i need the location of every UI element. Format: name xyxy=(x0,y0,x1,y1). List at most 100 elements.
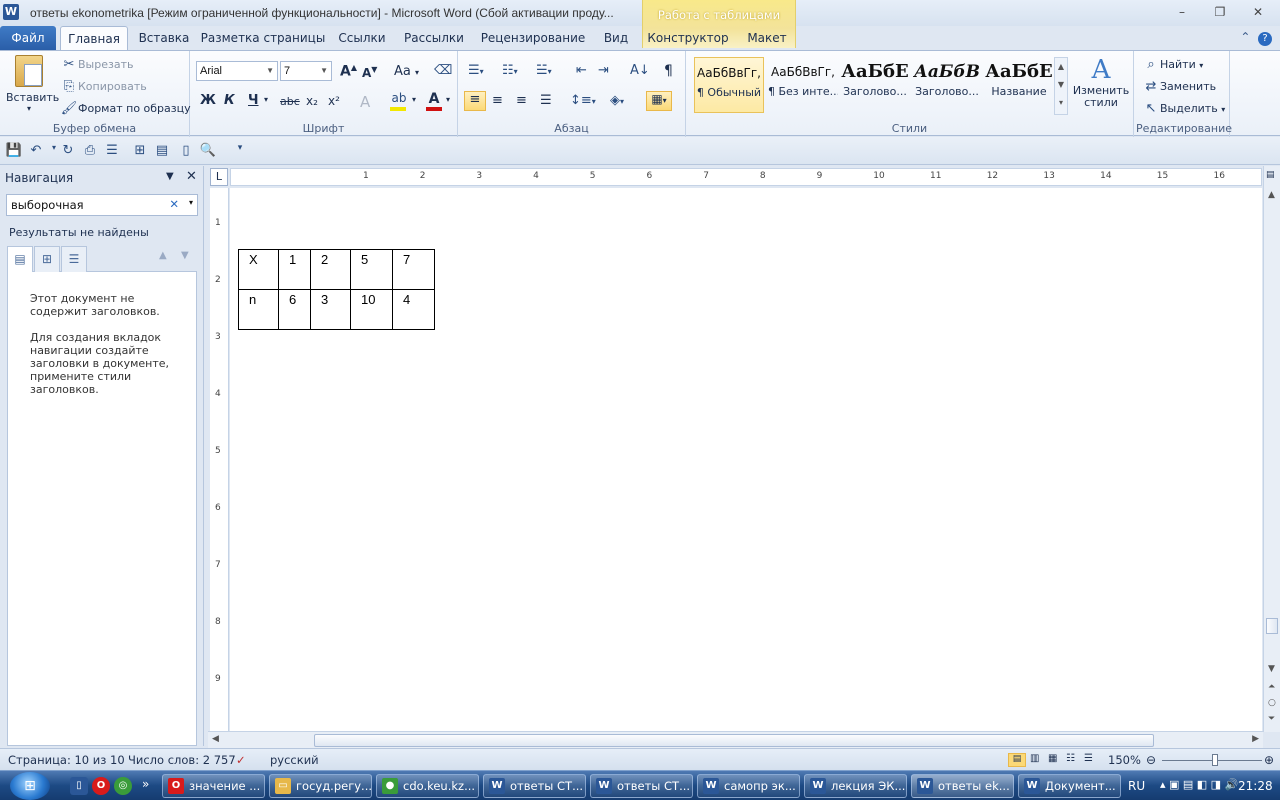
numbering-button[interactable]: ☷▾ xyxy=(502,63,518,78)
table-cell[interactable]: 5 xyxy=(350,249,393,290)
taskbar-button[interactable]: Wсамопр эк... xyxy=(697,774,800,798)
taskbar-button[interactable]: Wответы СТ... xyxy=(483,774,586,798)
undo-icon[interactable]: ↶ xyxy=(26,143,46,158)
input-language[interactable]: RU xyxy=(1128,779,1145,793)
pages-tab-icon[interactable]: ⊞ xyxy=(34,246,60,272)
document-icon[interactable]: ▯ xyxy=(176,143,196,158)
more-icon[interactable]: » xyxy=(142,777,149,791)
table-cell[interactable]: 7 xyxy=(392,249,435,290)
tab-references[interactable]: Ссылки xyxy=(334,26,390,50)
grow-font-button[interactable]: A▲ xyxy=(340,63,357,80)
start-button[interactable]: ⊞ xyxy=(10,772,50,800)
tab-page-layout[interactable]: Разметка страницы xyxy=(200,26,326,50)
customize-qat-icon[interactable]: ▾ xyxy=(230,143,250,153)
shrink-font-button[interactable]: A▼ xyxy=(362,65,377,80)
taskbar-button[interactable]: ● cdo.keu.kz... xyxy=(376,774,479,798)
change-styles-button[interactable]: A Изменить стили xyxy=(1072,55,1130,109)
font-color-dropdown[interactable]: ▾ xyxy=(446,95,450,104)
print-icon[interactable]: ⎙ xyxy=(80,143,100,158)
restore-button[interactable]: ❐ xyxy=(1206,4,1234,20)
previous-result-icon[interactable]: ▲ xyxy=(159,250,167,261)
scroll-up-icon[interactable]: ▲ xyxy=(1268,190,1275,200)
increase-indent-button[interactable]: ⇥ xyxy=(598,63,609,78)
nav-search-input[interactable]: выборочная ✕ ▾ xyxy=(6,194,198,216)
highlight-button[interactable]: ab xyxy=(388,91,410,111)
table-cell[interactable]: 3 xyxy=(310,289,351,330)
clear-format-button[interactable]: ⌫ xyxy=(434,63,452,78)
taskbar-button[interactable]: Wответы СТ... xyxy=(590,774,693,798)
italic-button[interactable]: К xyxy=(224,93,235,108)
page-count[interactable]: Страница: 10 из 10 xyxy=(8,753,125,767)
browse-object-icon[interactable]: ○ xyxy=(1268,698,1276,708)
nav-pane-menu-icon[interactable]: ▼ xyxy=(166,171,174,182)
results-tab-icon[interactable]: ☰ xyxy=(61,246,87,272)
taskbar-button[interactable]: Oзначение ... xyxy=(162,774,265,798)
clock[interactable]: 21:28 xyxy=(1238,779,1273,793)
vertical-ruler[interactable]: 1 2 3 4 5 6 7 8 9 xyxy=(210,188,229,733)
zoom-out-icon[interactable]: ⊖ xyxy=(1146,753,1156,767)
taskbar-button[interactable]: Wответы ek... xyxy=(911,774,1014,798)
style-heading-1[interactable]: АаБбЕ Заголово... xyxy=(840,57,910,113)
tab-home[interactable]: Главная xyxy=(60,26,128,50)
format-painter-button[interactable]: 🖌Формат по образцу xyxy=(60,101,191,116)
next-page-icon[interactable]: ⏷ xyxy=(1268,714,1275,724)
table-cell[interactable]: n xyxy=(238,289,279,330)
font-size-combo[interactable]: 7 ▼ xyxy=(280,61,332,81)
text-effects-button[interactable]: A xyxy=(360,93,370,111)
web-layout-icon[interactable]: ▦ xyxy=(1048,753,1057,764)
zoom-level[interactable]: 150% xyxy=(1108,753,1141,767)
data-table[interactable]: X 1 2 5 7 n 6 3 10 4 xyxy=(238,249,435,330)
sort-button[interactable]: A↓ xyxy=(630,63,650,78)
underline-dropdown[interactable]: ▾ xyxy=(264,95,268,104)
tab-review[interactable]: Рецензирование xyxy=(478,26,588,50)
word-app-icon[interactable]: W xyxy=(3,4,19,20)
scroll-thumb[interactable] xyxy=(314,734,1154,747)
decrease-indent-button[interactable]: ⇤ xyxy=(576,63,587,78)
ruler-toggle-icon[interactable]: ▤ xyxy=(1266,170,1275,180)
tab-insert[interactable]: Вставка xyxy=(134,26,194,50)
tab-design[interactable]: Конструктор xyxy=(646,26,730,50)
scroll-down-icon[interactable]: ▼ xyxy=(1268,664,1275,674)
style-normal[interactable]: АаБбВвГг, ¶ Обычный xyxy=(694,57,764,113)
headings-tab-icon[interactable]: ▤ xyxy=(7,246,33,272)
change-case-button[interactable]: Aa ▾ xyxy=(394,64,419,79)
replace-button[interactable]: ⇄ Заменить xyxy=(1142,79,1217,94)
find-button[interactable]: ⌕ Найти ▾ xyxy=(1142,57,1203,72)
ribbon-collapse-icon[interactable]: ⌃ ? xyxy=(1240,30,1272,46)
horizontal-ruler[interactable]: 1234567891011121314151617 xyxy=(230,168,1280,186)
subscript-button[interactable]: x₂ xyxy=(306,94,318,108)
paste-dropdown-icon[interactable]: ▾ xyxy=(6,104,52,113)
table-cell[interactable]: 1 xyxy=(278,249,311,290)
clear-search-icon[interactable]: ✕ xyxy=(169,197,179,211)
table-cell[interactable]: 6 xyxy=(278,289,311,330)
spelling-icon[interactable]: ✓ xyxy=(236,753,246,767)
scroll-right-icon[interactable]: ▶ xyxy=(1252,734,1259,744)
shading-button[interactable]: ◈▾ xyxy=(610,93,624,108)
tab-mailings[interactable]: Рассылки xyxy=(398,26,470,50)
vertical-scrollbar[interactable]: ▤ ▲ ▼ ⏶ ○ ⏷ xyxy=(1263,166,1280,732)
redo-icon[interactable]: ↻ xyxy=(58,143,78,158)
superscript-button[interactable]: x² xyxy=(328,94,340,108)
bold-button[interactable]: Ж xyxy=(200,93,216,108)
taskbar-button[interactable]: ▭ госуд.регу... xyxy=(269,774,372,798)
table-icon[interactable]: ⊞ xyxy=(130,143,150,158)
multilevel-list-button[interactable]: ☱▾ xyxy=(536,63,552,78)
paste-button[interactable]: Вставить ▾ xyxy=(6,55,59,113)
tab-view[interactable]: Вид xyxy=(596,26,636,50)
outline-icon[interactable]: ☷ xyxy=(1066,753,1075,764)
draft-icon[interactable]: ☰ xyxy=(1084,753,1093,764)
close-window-button[interactable]: ✕ xyxy=(1244,4,1272,20)
font-name-combo[interactable]: Arial ▼ xyxy=(196,61,278,81)
table-cell[interactable]: 4 xyxy=(392,289,435,330)
layout-icon[interactable]: ☰ xyxy=(102,143,122,158)
full-screen-icon[interactable]: ▥ xyxy=(1030,753,1039,764)
zoom-in-icon[interactable]: ⊕ xyxy=(1264,753,1274,767)
word-count[interactable]: Число слов: 2 757 xyxy=(128,753,236,767)
scroll-left-icon[interactable]: ◀ xyxy=(212,734,219,744)
quicklaunch-icon[interactable]: ▯ xyxy=(70,777,88,795)
search-options-icon[interactable]: ▾ xyxy=(189,198,193,207)
page-icon[interactable]: ▤ xyxy=(152,143,172,158)
taskbar-button[interactable]: W Документ... xyxy=(1018,774,1121,798)
tab-file[interactable]: Файл xyxy=(0,26,56,50)
print-layout-icon[interactable]: ▤ xyxy=(1008,753,1026,767)
